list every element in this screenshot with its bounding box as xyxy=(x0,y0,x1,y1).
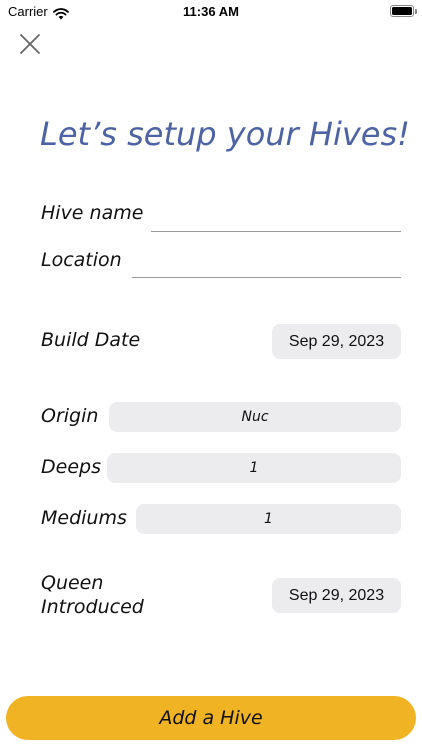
build-date-label: Build Date xyxy=(41,329,141,351)
hive-name-label: Hive name xyxy=(41,202,144,224)
origin-label: Origin xyxy=(41,405,99,427)
queen-label-line2: Introduced xyxy=(41,596,144,618)
page-title: Let’s setup your Hives! xyxy=(40,115,410,153)
status-time: 11:36 AM xyxy=(183,4,239,19)
status-bar: Carrier 11:36 AM xyxy=(0,0,422,24)
hive-name-input[interactable] xyxy=(151,205,401,232)
queen-label-line1: Queen xyxy=(41,572,104,594)
origin-selector[interactable]: Nuc xyxy=(109,402,401,432)
close-icon xyxy=(20,34,40,54)
deeps-label: Deeps xyxy=(41,456,101,478)
add-hive-button[interactable]: Add a Hive xyxy=(6,696,416,740)
deeps-selector[interactable]: 1 xyxy=(107,453,401,483)
mediums-selector[interactable]: 1 xyxy=(136,504,401,534)
location-input[interactable] xyxy=(132,251,401,278)
close-button[interactable] xyxy=(16,30,44,58)
queen-introduced-picker[interactable]: Sep 29, 2023 xyxy=(272,578,401,613)
build-date-picker[interactable]: Sep 29, 2023 xyxy=(272,324,401,359)
location-label: Location xyxy=(41,249,122,271)
battery-icon xyxy=(390,5,417,17)
mediums-label: Mediums xyxy=(41,507,127,529)
